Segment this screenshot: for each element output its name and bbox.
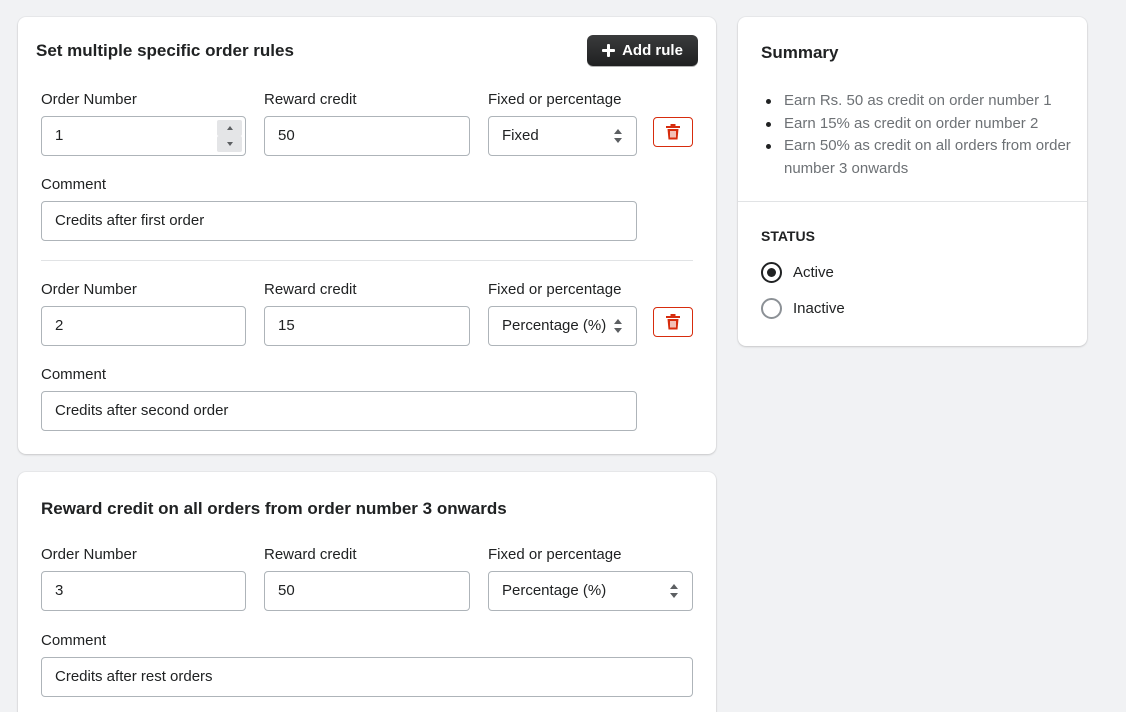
radio-unchecked-icon[interactable] — [761, 297, 782, 319]
fixed-or-percentage-select[interactable]: Percentage (%) — [488, 306, 637, 346]
reward-credit-value: 50 — [278, 582, 295, 599]
reward-credit-label: Reward credit — [264, 546, 357, 563]
trash-icon — [666, 124, 680, 140]
reward-credit-value: 50 — [278, 127, 295, 144]
reward-credit-label: Reward credit — [264, 91, 357, 108]
comment-value: Credits after second order — [55, 402, 229, 419]
status-inactive-radio[interactable]: Inactive — [761, 297, 845, 319]
select-arrows-icon — [614, 129, 622, 143]
summary-card: Summary Earn Rs. 50 as credit on order n… — [738, 17, 1087, 346]
summary-divider — [738, 201, 1087, 202]
card-title: Reward credit on all orders from order n… — [41, 499, 507, 518]
reward-credit-input[interactable]: 50 — [264, 571, 470, 611]
specific-order-rules-card: Set multiple specific order rules Add ru… — [18, 17, 716, 454]
reward-credit-input[interactable]: 50 — [264, 116, 470, 156]
fixed-or-percentage-label: Fixed or percentage — [488, 546, 622, 563]
radio-label-active: Active — [793, 263, 834, 281]
fixed-or-percentage-select[interactable]: Percentage (%) — [488, 571, 693, 611]
bullet-icon — [766, 121, 771, 127]
add-rule-button[interactable]: Add rule — [587, 35, 698, 66]
order-number-input[interactable]: 1 — [41, 116, 246, 156]
radio-label-inactive: Inactive — [793, 299, 845, 317]
summary-title: Summary — [761, 43, 839, 62]
stepper-down-icon[interactable] — [217, 136, 242, 152]
comment-input[interactable]: Credits after first order — [41, 201, 637, 241]
order-number-value: 2 — [55, 317, 64, 334]
select-value: Percentage (%) — [502, 317, 607, 334]
order-number-input[interactable]: 3 — [41, 571, 246, 611]
trash-icon — [666, 314, 680, 330]
delete-rule-button[interactable] — [653, 117, 693, 147]
order-number-value: 1 — [55, 127, 64, 144]
fixed-or-percentage-label: Fixed or percentage — [488, 91, 622, 108]
summary-list: Earn Rs. 50 as credit on order number 1 … — [766, 90, 1076, 180]
stepper-up-icon[interactable] — [217, 120, 242, 136]
summary-item: Earn Rs. 50 as credit on order number 1 — [766, 90, 1076, 113]
radio-checked-icon[interactable] — [761, 261, 782, 283]
comment-input[interactable]: Credits after rest orders — [41, 657, 693, 697]
summary-item: Earn 50% as credit on all orders from or… — [766, 135, 1076, 180]
rule-divider — [41, 260, 693, 261]
select-arrows-icon — [614, 319, 622, 333]
bullet-icon — [766, 99, 771, 104]
select-value: Percentage (%) — [502, 582, 607, 599]
summary-item: Earn 15% as credit on order number 2 — [766, 113, 1076, 136]
fixed-or-percentage-label: Fixed or percentage — [488, 281, 622, 298]
comment-value: Credits after rest orders — [55, 668, 213, 685]
comment-input[interactable]: Credits after second order — [41, 391, 637, 431]
select-arrows-icon — [670, 584, 678, 598]
reward-credit-value: 15 — [278, 317, 295, 334]
select-value: Fixed — [502, 127, 539, 144]
status-heading: STATUS — [761, 228, 815, 244]
comment-value: Credits after first order — [55, 212, 205, 229]
comment-label: Comment — [41, 176, 107, 193]
bullet-icon — [766, 144, 771, 149]
comment-label: Comment — [41, 632, 107, 649]
add-rule-label: Add rule — [622, 42, 683, 59]
card-title: Set multiple specific order rules — [36, 41, 294, 60]
onwards-rule-card: Reward credit on all orders from order n… — [18, 472, 716, 712]
delete-rule-button[interactable] — [653, 307, 693, 337]
comment-label: Comment — [41, 366, 107, 383]
reward-credit-input[interactable]: 15 — [264, 306, 470, 346]
status-active-radio[interactable]: Active — [761, 261, 834, 283]
order-number-label: Order Number — [41, 91, 137, 108]
fixed-or-percentage-select[interactable]: Fixed — [488, 116, 637, 156]
plus-icon — [602, 44, 616, 57]
order-number-input[interactable]: 2 — [41, 306, 246, 346]
order-number-label: Order Number — [41, 546, 137, 563]
reward-credit-label: Reward credit — [264, 281, 357, 298]
order-number-label: Order Number — [41, 281, 137, 298]
order-number-value: 3 — [55, 582, 64, 599]
